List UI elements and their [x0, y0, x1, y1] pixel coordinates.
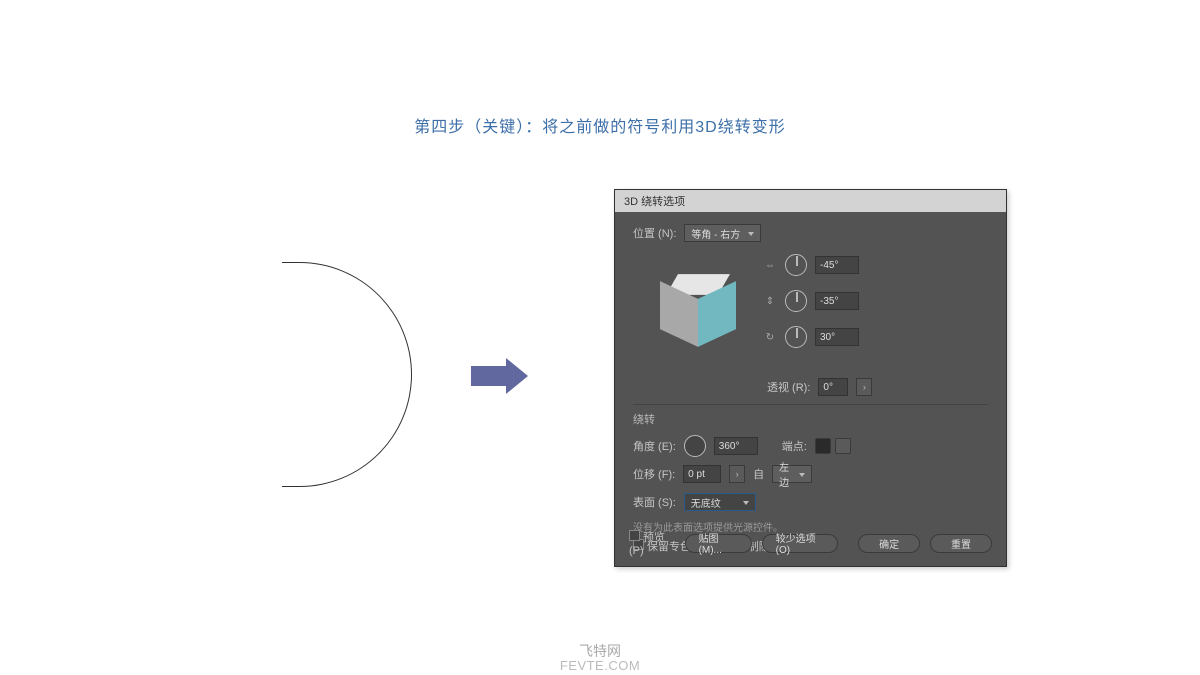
from-label: 自 — [753, 466, 764, 482]
z-angle-input[interactable]: 30° — [815, 328, 859, 346]
reset-button[interactable]: 重置 — [930, 534, 992, 553]
lathe-section-title: 绕转 — [633, 404, 988, 427]
from-dropdown[interactable]: 左边 — [772, 465, 812, 483]
z-angle-dial[interactable] — [785, 326, 807, 348]
offset-input[interactable]: 0 pt — [683, 465, 721, 483]
surface-label: 表面 (S): — [633, 494, 676, 510]
x-angle-input[interactable]: -45° — [815, 256, 859, 274]
offset-label: 位移 (F): — [633, 466, 675, 482]
lathe-angle-dial[interactable] — [684, 435, 706, 457]
dialog-title: 3D 绕转选项 — [624, 193, 685, 209]
edge-right-radio[interactable] — [835, 438, 851, 454]
half-circle-artwork — [282, 262, 412, 487]
cube-preview[interactable] — [633, 248, 763, 368]
angle-label: 角度 (E): — [633, 438, 676, 454]
x-axis-icon: ⇔ — [763, 258, 777, 272]
surface-dropdown[interactable]: 无底纹 — [684, 493, 756, 511]
perspective-stepper[interactable]: › — [856, 378, 872, 396]
revolve-options-dialog: 3D 绕转选项 位置 (N): 等角 - 右方 ⇔ -45° — [614, 189, 1007, 567]
position-dropdown[interactable]: 等角 - 右方 — [684, 224, 761, 242]
dialog-title-bar[interactable]: 3D 绕转选项 — [615, 190, 1006, 212]
lathe-angle-input[interactable]: 360° — [714, 437, 758, 455]
y-axis-icon: ⇕ — [763, 294, 777, 308]
fewer-options-button[interactable]: 较少选项 (O) — [762, 534, 839, 553]
edge-left-radio[interactable] — [815, 438, 831, 454]
offset-stepper[interactable]: › — [729, 465, 745, 483]
edge-label: 端点: — [782, 438, 807, 454]
map-art-button[interactable]: 贴图 (M)... — [685, 534, 752, 553]
perspective-label: 透视 (R): — [767, 379, 810, 395]
step-instruction: 第四步（关键）：将之前做的符号利用3D绕转变形 — [414, 113, 785, 137]
watermark-text-2: FEVTE.COM — [0, 658, 1200, 673]
y-angle-dial[interactable] — [785, 290, 807, 312]
perspective-input[interactable]: 0° — [818, 378, 848, 396]
ok-button[interactable]: 确定 — [858, 534, 920, 553]
preview-checkbox[interactable]: 预览 (P) — [629, 529, 675, 557]
arrow-icon — [471, 358, 528, 394]
position-label: 位置 (N): — [633, 225, 676, 241]
z-axis-icon: ↻ — [763, 330, 777, 344]
y-angle-input[interactable]: -35° — [815, 292, 859, 310]
x-angle-dial[interactable] — [785, 254, 807, 276]
edge-radio-group — [815, 438, 851, 454]
